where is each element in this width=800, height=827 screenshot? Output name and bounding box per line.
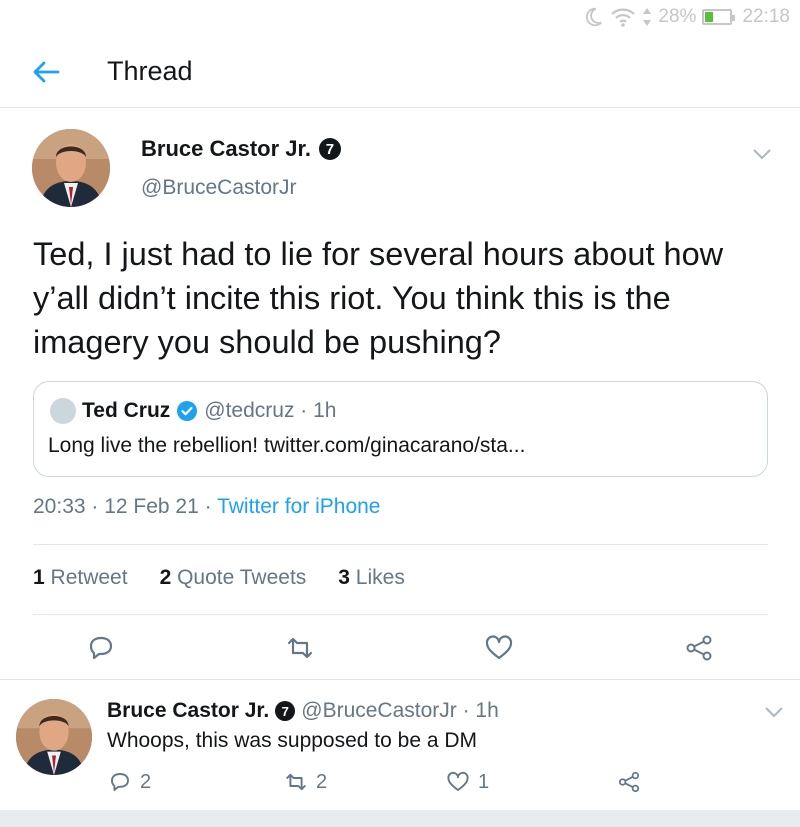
quoted-meta: @tedcruz · 1h (204, 399, 337, 422)
tweet-meta: 20:33 · 12 Feb 21 · Twitter for iPhone (33, 495, 380, 519)
battery-level (705, 12, 713, 22)
page-title: Thread (107, 56, 193, 86)
reply-icon[interactable] (86, 633, 116, 663)
retweet-count: 2 (316, 770, 328, 793)
back-arrow-icon[interactable] (30, 58, 62, 86)
retweets-count: 1 (33, 566, 45, 589)
quoted-text: Long live the rebellion! twitter.com/gin… (48, 434, 526, 457)
author-name[interactable]: Bruce Castor Jr. (141, 136, 311, 162)
quoted-tweet[interactable]: Ted Cruz @tedcruz · 1h Long live the reb… (33, 381, 768, 477)
retweet-icon (286, 773, 306, 791)
reply-meta: @BruceCastorJr · 1h (301, 699, 499, 722)
tweet-text: Ted, I just had to lie for several hours… (33, 236, 724, 360)
quote-tweets-stat[interactable]: 2 Quote Tweets (160, 566, 307, 590)
divider (33, 614, 768, 615)
reply-reply-action[interactable]: 2 (108, 770, 151, 794)
battery-icon (702, 9, 736, 25)
author-avatar[interactable] (32, 129, 110, 207)
verified-badge-icon (177, 401, 198, 421)
label-badge: 7 (275, 701, 296, 721)
heart-icon (447, 771, 469, 791)
share-icon[interactable] (684, 633, 714, 663)
thread-separator (0, 679, 800, 680)
divider (33, 544, 768, 545)
avatar-portrait (32, 129, 110, 207)
reply-like-action[interactable]: 1 (446, 770, 489, 794)
reply-text: Whoops, this was supposed to be a DM (107, 729, 478, 752)
battery-percent: 28% (658, 6, 697, 27)
likes-label: Likes (349, 566, 405, 589)
retweet-icon[interactable] (285, 633, 315, 663)
reply-author-avatar[interactable] (16, 699, 92, 775)
like-count: 1 (478, 770, 490, 793)
reply-retweet-action[interactable]: 2 (284, 770, 327, 794)
retweets-label: Retweet (44, 566, 128, 589)
quote-tweets-label: Quote Tweets (171, 566, 307, 589)
reply-share-action[interactable] (617, 770, 641, 794)
top-nav-bar: Thread (0, 38, 800, 108)
author-name-row: Bruce Castor Jr. 7 (141, 136, 341, 162)
author-handle[interactable]: @BruceCastorJr (141, 176, 297, 200)
clock: 22:18 (742, 6, 790, 27)
tweet-stats: 1 Retweet 2 Quote Tweets 3 Likes (33, 566, 405, 590)
chevron-down-icon[interactable] (752, 148, 772, 160)
wifi-icon (611, 8, 636, 27)
heart-icon[interactable] (484, 633, 514, 663)
quoted-author-name: Ted Cruz (82, 399, 171, 422)
tweet-source-link[interactable]: Twitter for iPhone (217, 495, 380, 518)
status-bar: 28% 22:18 (0, 0, 800, 34)
retweets-stat[interactable]: 1 Retweet (33, 566, 128, 590)
moon-icon (586, 7, 603, 27)
reply-count: 2 (140, 770, 152, 793)
likes-count: 3 (338, 566, 350, 589)
reply-author-name[interactable]: Bruce Castor Jr. (107, 699, 269, 723)
avatar-portrait (16, 699, 92, 775)
share-icon (618, 771, 640, 793)
bottom-gutter (0, 810, 800, 827)
status-bar-right: 28% 22:18 (582, 6, 790, 28)
tweet-timestamp: 20:33 · 12 Feb 21 · (33, 495, 218, 518)
data-arrows-icon (643, 8, 652, 26)
quoted-tweet-header: Ted Cruz @tedcruz · 1h (50, 398, 337, 424)
quote-tweets-count: 2 (159, 566, 172, 589)
quoted-avatar (50, 398, 76, 424)
chevron-down-icon[interactable] (764, 706, 784, 718)
reply-icon (111, 773, 129, 791)
label-badge: 7 (318, 138, 341, 160)
likes-stat[interactable]: 3 Likes (338, 566, 405, 590)
reply-header: Bruce Castor Jr. 7 @BruceCastorJr · 1h (107, 699, 499, 723)
